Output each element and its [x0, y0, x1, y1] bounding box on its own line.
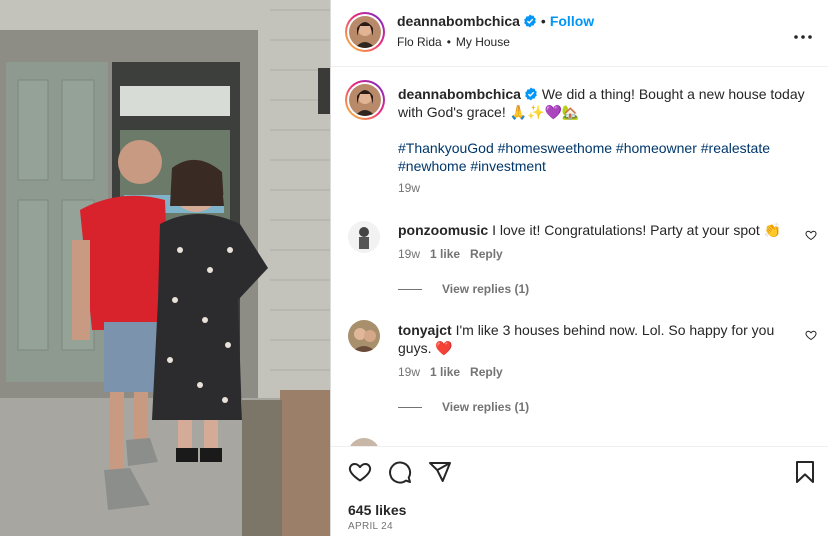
- comment-text: I love it! Congratulations! Party at you…: [492, 222, 782, 238]
- comment-meta: 19w 1 like Reply: [398, 365, 503, 379]
- comment-username[interactable]: tonyajct: [398, 322, 452, 338]
- comment-like-heart-icon[interactable]: [805, 329, 817, 341]
- hashtag-link[interactable]: #homeowner: [616, 140, 697, 156]
- hashtag-link[interactable]: #realestate: [701, 140, 770, 156]
- comment-icon[interactable]: [388, 460, 412, 484]
- caption: deannabombchica We did a thing! Bought a…: [398, 85, 808, 121]
- hashtag-link[interactable]: #ThankyouGod: [398, 140, 494, 156]
- commenter-avatar-image: [348, 221, 380, 253]
- comment-reply-button[interactable]: Reply: [470, 247, 503, 261]
- post-details-panel: deannabombchica • Follow Flo Rida • My House…: [331, 0, 828, 536]
- caption-username[interactable]: deannabombchica: [398, 86, 521, 102]
- comment-like-count[interactable]: 1 like: [430, 247, 460, 261]
- comment-time[interactable]: 19w: [398, 365, 420, 379]
- view-replies-button[interactable]: View replies (1): [442, 282, 529, 296]
- verified-badge-icon: [524, 14, 536, 28]
- commenter-avatar[interactable]: [348, 221, 380, 253]
- follow-button[interactable]: Follow: [550, 13, 594, 29]
- comment-meta: 19w 1 like Reply: [398, 247, 503, 261]
- caption-hashtags: #ThankyouGod #homesweethome #homeowner #…: [398, 139, 808, 175]
- comment-time[interactable]: 19w: [398, 247, 420, 261]
- post-photo[interactable]: [0, 0, 330, 536]
- audio-line: Flo Rida • My House: [397, 35, 510, 49]
- likes-count[interactable]: 645 likes: [348, 502, 406, 518]
- more-options-button[interactable]: [794, 22, 812, 45]
- comment-reply-button[interactable]: Reply: [470, 365, 503, 379]
- commenter-avatar[interactable]: [348, 320, 380, 352]
- view-replies-line: [398, 289, 422, 290]
- audio-artist-link[interactable]: Flo Rida: [397, 35, 442, 49]
- more-options-icon: [794, 35, 812, 39]
- author-avatar-image: [349, 16, 381, 48]
- audio-separator: •: [446, 35, 451, 49]
- commenter-avatar-image: [348, 320, 380, 352]
- photo-couple-house: [0, 0, 330, 536]
- post-date[interactable]: APRIL 24: [348, 521, 393, 532]
- comment-body: tonyajct I'm like 3 houses behind now. L…: [398, 321, 798, 357]
- comment-like-count[interactable]: 1 like: [430, 365, 460, 379]
- view-replies-line: [398, 407, 422, 408]
- caption-avatar-image: [349, 84, 381, 116]
- caption-verified-badge-icon: [525, 87, 537, 101]
- header-line: deannabombchica • Follow: [397, 13, 594, 29]
- author-avatar[interactable]: [345, 12, 385, 52]
- comment-like-heart-icon[interactable]: [805, 229, 817, 241]
- caption-avatar[interactable]: [345, 80, 385, 120]
- audio-track-link[interactable]: My House: [456, 35, 510, 49]
- comment-text: I'm like 3 houses behind now. Lol. So ha…: [398, 322, 775, 356]
- bookmark-icon[interactable]: [794, 460, 816, 484]
- view-replies-button[interactable]: View replies (1): [442, 400, 529, 414]
- comment-username[interactable]: ponzoomusic: [398, 222, 488, 238]
- header-separator: •: [540, 13, 546, 29]
- caption-time[interactable]: 19w: [398, 181, 420, 195]
- heart-icon[interactable]: [348, 460, 372, 484]
- share-icon[interactable]: [428, 460, 452, 484]
- post-header: deannabombchica • Follow Flo Rida • My House: [331, 0, 828, 67]
- hashtag-link[interactable]: #newhome: [398, 158, 467, 174]
- comment-body: ponzoomusic I love it! Congratulations! …: [398, 221, 798, 239]
- next-comment-clipped: [348, 438, 380, 446]
- author-username[interactable]: deannabombchica: [397, 13, 520, 29]
- hashtag-link[interactable]: #homesweethome: [498, 140, 612, 156]
- hashtag-link[interactable]: #investment: [470, 158, 545, 174]
